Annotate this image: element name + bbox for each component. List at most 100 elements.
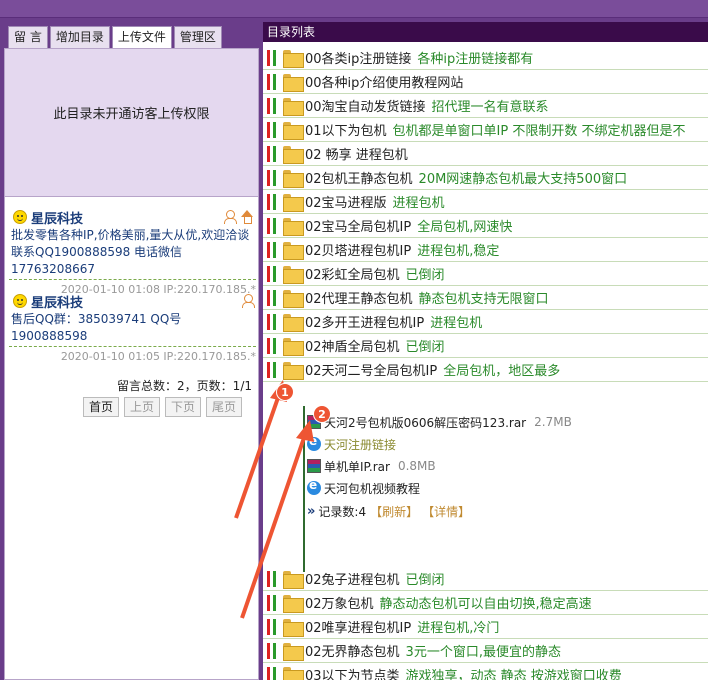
message-stats: 留言总数：2，页数：1/1 bbox=[117, 379, 252, 393]
expand-toggle-icon[interactable] bbox=[266, 49, 280, 66]
message-line: 联系QQ1900888598 电话微信17763208667 bbox=[11, 245, 183, 276]
expand-toggle-icon[interactable] bbox=[266, 121, 280, 138]
directory-name[interactable]: 00各类ip注册链接 bbox=[305, 48, 411, 67]
directory-name[interactable]: 01以下为包机 bbox=[305, 120, 387, 139]
directory-row[interactable]: 02唯享进程包机IP 进程包机,冷门 bbox=[263, 615, 708, 639]
next-page-button[interactable]: 下页 bbox=[165, 397, 201, 417]
annotation-badge-two: 2 bbox=[313, 405, 331, 423]
message-item: 星辰科技 售后QQ群：385039741 QQ号1900888598 2020-… bbox=[9, 291, 256, 363]
prev-page-button[interactable]: 上页 bbox=[124, 397, 160, 417]
directory-row[interactable]: 02神盾全局包机 已倒闭 bbox=[263, 334, 708, 358]
tab-message[interactable]: 留 言 bbox=[8, 26, 48, 48]
detail-link[interactable]: 【详情】 bbox=[422, 503, 470, 520]
directory-name[interactable]: 02多开王进程包机IP bbox=[305, 312, 424, 331]
expanded-directory: 天河2号包机版0606解压密码123.rar 2.7MB 天河注册链接 单机单I… bbox=[263, 406, 708, 574]
expand-toggle-icon[interactable] bbox=[266, 145, 280, 162]
directory-description: 已倒闭 bbox=[405, 340, 445, 355]
directory-name[interactable]: 02万象包机 bbox=[305, 593, 374, 612]
directory-row[interactable]: 02兔子进程包机 已倒闭 bbox=[263, 567, 708, 591]
expand-toggle-icon[interactable] bbox=[266, 265, 280, 282]
directory-description: 进程包机 bbox=[392, 196, 445, 211]
directory-row[interactable]: 01以下为包机 包机都是单窗口单IP 不限制开数 不绑定机器但是不 bbox=[263, 118, 708, 142]
user-icon[interactable] bbox=[241, 294, 255, 308]
expand-toggle-icon[interactable] bbox=[266, 361, 280, 378]
tab-upload-file[interactable]: 上传文件 bbox=[111, 26, 172, 49]
folder-icon bbox=[283, 666, 304, 680]
expand-toggle-icon[interactable] bbox=[266, 337, 280, 354]
directory-list: 00各类ip注册链接 各种ip注册链接都有 00各种ip介绍使用教程网站 00淘宝自动… bbox=[263, 46, 708, 382]
directory-name[interactable]: 02兔子进程包机 bbox=[305, 569, 400, 588]
directory-list-title: 目录列表 bbox=[263, 22, 708, 42]
directory-row[interactable]: 02宝马全局包机IP 全局包机,网速快 bbox=[263, 214, 708, 238]
directory-row[interactable]: 02贝塔进程包机IP 进程包机,稳定 bbox=[263, 238, 708, 262]
directory-row[interactable]: 02宝马进程版 进程包机 bbox=[263, 190, 708, 214]
file-name[interactable]: 天河2号包机版0606解压密码123.rar bbox=[324, 414, 526, 431]
directory-name[interactable]: 02 畅享 进程包机 bbox=[305, 144, 408, 163]
directory-row[interactable]: 00各类ip注册链接 各种ip注册链接都有 bbox=[263, 46, 708, 70]
directory-name[interactable]: 02神盾全局包机 bbox=[305, 336, 400, 355]
directory-row[interactable]: 02天河二号全局包机IP 全局包机，地区最多 bbox=[263, 358, 708, 382]
reply-up-icon[interactable] bbox=[240, 210, 254, 224]
directory-name[interactable]: 02天河二号全局包机IP bbox=[305, 360, 437, 379]
directory-row[interactable]: 02彩虹全局包机 已倒闭 bbox=[263, 262, 708, 286]
directory-row[interactable]: 00各种ip介绍使用教程网站 bbox=[263, 70, 708, 94]
directory-name[interactable]: 02无界静态包机 bbox=[305, 641, 400, 660]
user-icon[interactable] bbox=[223, 210, 237, 224]
directory-row[interactable]: 02多开王进程包机IP 进程包机 bbox=[263, 310, 708, 334]
file-item[interactable]: 天河2号包机版0606解压密码123.rar 2.7MB bbox=[307, 412, 572, 432]
directory-row[interactable]: 02万象包机 静态动态包机可以自由切换,稳定高速 bbox=[263, 591, 708, 615]
expand-toggle-icon[interactable] bbox=[266, 570, 280, 587]
directory-name[interactable]: 02代理王静态包机 bbox=[305, 288, 413, 307]
folder-icon bbox=[283, 241, 304, 260]
expand-toggle-icon[interactable] bbox=[266, 217, 280, 234]
directory-name[interactable]: 02包机王静态包机 bbox=[305, 168, 413, 187]
upload-permission-message: 此目录未开通访客上传权限 bbox=[53, 107, 210, 122]
tab-bar: 留 言 增加目录 上传文件 管理区 bbox=[8, 26, 222, 49]
directory-name[interactable]: 02宝马全局包机IP bbox=[305, 216, 411, 235]
message-line: 售后QQ群：385039741 QQ号1900888598 bbox=[11, 312, 182, 343]
folder-icon bbox=[283, 570, 304, 589]
directory-name[interactable]: 02彩虹全局包机 bbox=[305, 264, 400, 283]
expand-toggle-icon[interactable] bbox=[266, 666, 280, 680]
directory-row[interactable]: 02 畅享 进程包机 bbox=[263, 142, 708, 166]
expand-toggle-icon[interactable] bbox=[266, 241, 280, 258]
file-item[interactable]: 天河注册链接 bbox=[307, 434, 396, 454]
file-name[interactable]: 天河注册链接 bbox=[324, 436, 396, 453]
record-count-row: » 记录数:4 【刷新】 【详情】 bbox=[307, 501, 470, 521]
expand-toggle-icon[interactable] bbox=[266, 618, 280, 635]
expand-toggle-icon[interactable] bbox=[266, 73, 280, 90]
upload-panel: 此目录未开通访客上传权限 bbox=[4, 48, 259, 214]
expand-toggle-icon[interactable] bbox=[266, 97, 280, 114]
directory-name[interactable]: 00各种ip介绍使用教程网站 bbox=[305, 72, 463, 91]
directory-panel: 目录列表 00各类ip注册链接 各种ip注册链接都有 00各种ip介绍使用教程网站 0… bbox=[263, 22, 708, 680]
expand-toggle-icon[interactable] bbox=[266, 193, 280, 210]
file-item[interactable]: 单机单IP.rar 0.8MB bbox=[307, 456, 436, 476]
directory-name[interactable]: 03以下为节点类 bbox=[305, 665, 400, 680]
file-name[interactable]: 单机单IP.rar bbox=[324, 458, 390, 475]
left-panel: 留 言 增加目录 上传文件 管理区 此目录未开通访客上传权限 星辰科技 批发零售… bbox=[0, 18, 262, 680]
first-page-button[interactable]: 首页 bbox=[83, 397, 119, 417]
folder-icon bbox=[283, 265, 304, 284]
tab-add-directory[interactable]: 增加目录 bbox=[49, 26, 110, 48]
expand-toggle-icon[interactable] bbox=[266, 289, 280, 306]
file-item[interactable]: 天河包机视频教程 bbox=[307, 478, 420, 498]
directory-row[interactable]: 03以下为节点类 游戏独享，动态 静态 按游戏窗口收费 bbox=[263, 663, 708, 680]
directory-row[interactable]: 02代理王静态包机 静态包机支持无限窗口 bbox=[263, 286, 708, 310]
directory-name[interactable]: 02宝马进程版 bbox=[305, 192, 387, 211]
refresh-link[interactable]: 【刷新】 bbox=[370, 503, 418, 520]
directory-name[interactable]: 02唯享进程包机IP bbox=[305, 617, 411, 636]
directory-row[interactable]: 00淘宝自动发货链接 招代理一名有意联系 bbox=[263, 94, 708, 118]
tab-admin[interactable]: 管理区 bbox=[173, 26, 222, 48]
directory-row[interactable]: 02包机王静态包机 20M网速静态包机最大支持500窗口 bbox=[263, 166, 708, 190]
message-author: 星辰科技 bbox=[31, 211, 84, 227]
directory-name[interactable]: 00淘宝自动发货链接 bbox=[305, 96, 426, 115]
expand-toggle-icon[interactable] bbox=[266, 169, 280, 186]
expand-toggle-icon[interactable] bbox=[266, 313, 280, 330]
directory-name[interactable]: 02贝塔进程包机IP bbox=[305, 240, 411, 259]
directory-row[interactable]: 02无界静态包机 3元一个窗口,最便宜的静态 bbox=[263, 639, 708, 663]
expand-toggle-icon[interactable] bbox=[266, 642, 280, 659]
last-page-button[interactable]: 尾页 bbox=[206, 397, 242, 417]
expand-toggle-icon[interactable] bbox=[266, 594, 280, 611]
folder-icon bbox=[283, 73, 304, 92]
file-name[interactable]: 天河包机视频教程 bbox=[324, 480, 420, 497]
